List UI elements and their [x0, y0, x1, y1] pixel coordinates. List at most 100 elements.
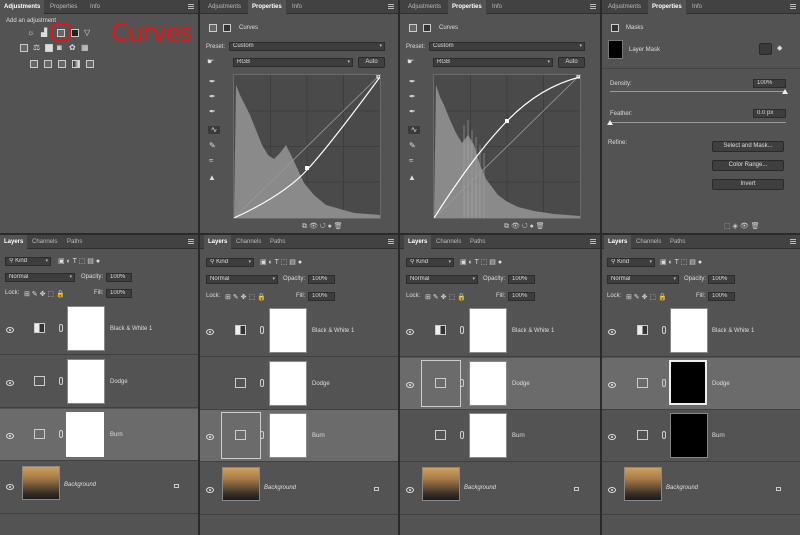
tab-adjustments[interactable]: Adjustments	[604, 0, 645, 14]
opacity-field[interactable]: 100%	[708, 275, 735, 284]
feather-slider-track[interactable]	[610, 122, 786, 123]
channel-select[interactable]: RGB ▾	[233, 58, 353, 67]
blend-mode-select[interactable]: Normal ▾	[406, 275, 478, 284]
invert-button[interactable]: Invert	[712, 179, 784, 190]
kind-filter[interactable]: ⚲ Kind ▾	[206, 258, 254, 267]
curve-point-icon[interactable]: ∿	[408, 126, 420, 134]
visibility-eye-icon[interactable]	[6, 380, 14, 386]
layer-black-white[interactable]: Black & White 1	[200, 305, 398, 357]
layer-burn[interactable]: Burn	[200, 410, 398, 462]
layer-mask-thumbnail[interactable]	[67, 359, 105, 404]
fill-field[interactable]: 100%	[508, 292, 535, 301]
link-icon[interactable]	[460, 431, 464, 439]
density-slider-handle[interactable]	[782, 89, 788, 94]
levels-icon[interactable]: ▟	[41, 29, 47, 37]
gradient-map-icon[interactable]	[72, 60, 80, 68]
background-photo-thumbnail[interactable]	[624, 467, 662, 501]
visibility-eye-icon[interactable]	[608, 487, 616, 493]
tab-paths[interactable]: Paths	[666, 235, 689, 249]
visibility-eye-icon[interactable]	[206, 329, 214, 335]
white-eyedropper-icon[interactable]: ✒	[209, 108, 216, 116]
color-balance-icon[interactable]: ⚖	[33, 44, 40, 52]
background-photo-thumbnail[interactable]	[422, 467, 460, 501]
tab-channels[interactable]: Channels	[232, 235, 265, 249]
layer-mask-thumbnail[interactable]	[469, 308, 507, 353]
feather-field[interactable]: 0.0 px	[753, 109, 786, 118]
tab-properties[interactable]: Properties	[46, 0, 81, 14]
clipping-warning-icon[interactable]: ▲	[208, 174, 216, 182]
panel-menu-icon[interactable]	[188, 4, 194, 9]
layer-mask-thumbnail[interactable]	[66, 412, 104, 457]
photo-filter-icon[interactable]: ◙	[57, 44, 62, 52]
panel-menu-icon[interactable]	[388, 4, 394, 9]
smooth-icon[interactable]: ≈	[409, 157, 413, 165]
tab-properties[interactable]: Properties	[248, 0, 286, 14]
smooth-icon[interactable]: ≈	[209, 157, 213, 165]
layer-burn[interactable]: Burn	[0, 409, 198, 461]
tab-info[interactable]: Info	[688, 0, 706, 14]
link-icon[interactable]	[662, 326, 666, 334]
layers-menu-icon[interactable]	[590, 239, 596, 244]
layer-dodge[interactable]: Dodge	[0, 356, 198, 408]
tab-paths[interactable]: Paths	[466, 235, 489, 249]
background-photo-thumbnail[interactable]	[22, 466, 60, 500]
kind-filter[interactable]: ⚲ Kind ▾	[607, 258, 655, 267]
lock-icons[interactable]: ⊞ ✎ ✥ ⬚ 🔒	[225, 293, 266, 301]
properties-bottom-icons[interactable]: ⬚ ◈ 👁 🗑	[724, 222, 760, 230]
link-icon[interactable]	[59, 430, 63, 438]
blend-mode-select[interactable]: Normal ▾	[5, 273, 75, 282]
layer-dodge[interactable]: Dodge	[200, 358, 398, 410]
layer-mask-thumbnail[interactable]	[669, 360, 707, 405]
link-icon[interactable]	[460, 326, 464, 334]
layer-burn[interactable]: Burn	[602, 410, 800, 462]
lock-icons[interactable]: ⊞ ✎ ✥ ⬚ 🔒	[425, 293, 466, 301]
target-adjust-icon[interactable]: ☛	[207, 58, 214, 66]
preset-select[interactable]: Custom ▾	[429, 42, 585, 51]
layers-menu-icon[interactable]	[388, 239, 394, 244]
target-adjust-icon[interactable]: ☛	[407, 58, 414, 66]
tab-layers[interactable]: Layers	[404, 235, 432, 249]
panel-menu-icon[interactable]	[790, 4, 796, 9]
tab-layers[interactable]: Layers	[204, 235, 232, 249]
tab-info[interactable]: Info	[86, 0, 104, 14]
hue-saturation-icon[interactable]	[20, 44, 28, 52]
brightness-icon[interactable]: ☼	[27, 29, 34, 37]
lock-icons[interactable]: ⊞ ✎ ✥ ⬚ 🔒	[626, 293, 667, 301]
layers-menu-icon[interactable]	[188, 239, 194, 244]
tab-paths[interactable]: Paths	[63, 235, 86, 249]
select-and-mask-button[interactable]: Select and Mask...	[712, 141, 784, 152]
link-icon[interactable]	[460, 379, 464, 387]
background-photo-thumbnail[interactable]	[222, 467, 260, 501]
properties-bottom-icons[interactable]: ⧉ 👁 ↺ ● 🗑	[302, 222, 343, 231]
density-slider-track[interactable]	[610, 91, 786, 92]
layer-mask-thumbnail[interactable]	[469, 413, 507, 458]
opacity-field[interactable]: 100%	[508, 275, 535, 284]
link-icon[interactable]	[260, 379, 264, 387]
visibility-eye-icon[interactable]	[6, 327, 14, 333]
auto-button[interactable]: Auto	[558, 57, 585, 68]
layer-background[interactable]: Background	[0, 462, 198, 514]
tab-channels[interactable]: Channels	[632, 235, 665, 249]
layer-dodge[interactable]: Dodge	[602, 358, 800, 410]
selective-color-icon[interactable]	[86, 60, 94, 68]
tab-adjustments[interactable]: Adjustments	[404, 0, 445, 14]
visibility-eye-icon[interactable]	[406, 382, 414, 388]
visibility-eye-icon[interactable]	[6, 433, 14, 439]
filter-icons[interactable]: ▣ ◐ T ⬚ ▤ ●	[58, 257, 100, 265]
mask-icon[interactable]	[423, 24, 431, 32]
filter-icons[interactable]: ▣ ◐ T ⬚ ▤ ●	[260, 258, 302, 266]
layer-background[interactable]: Background	[602, 463, 800, 515]
properties-bottom-icons[interactable]: ⧉ 👁 ↺ ● 🗑	[504, 222, 545, 231]
blend-mode-select[interactable]: Normal ▾	[206, 275, 278, 284]
feather-slider-handle[interactable]	[607, 120, 613, 125]
white-eyedropper-icon[interactable]: ✒	[409, 108, 416, 116]
tab-adjustments[interactable]: Adjustments	[0, 0, 45, 14]
link-icon[interactable]	[662, 379, 666, 387]
layer-mask-thumbnail[interactable]	[469, 361, 507, 406]
pixel-mask-button[interactable]	[759, 43, 772, 55]
black-eyedropper-icon[interactable]: ✒	[409, 78, 416, 86]
opacity-field[interactable]: 100%	[308, 275, 335, 284]
curves-graph[interactable]	[233, 74, 381, 219]
fill-field[interactable]: 100%	[708, 292, 735, 301]
tab-layers[interactable]: Layers	[604, 235, 632, 249]
